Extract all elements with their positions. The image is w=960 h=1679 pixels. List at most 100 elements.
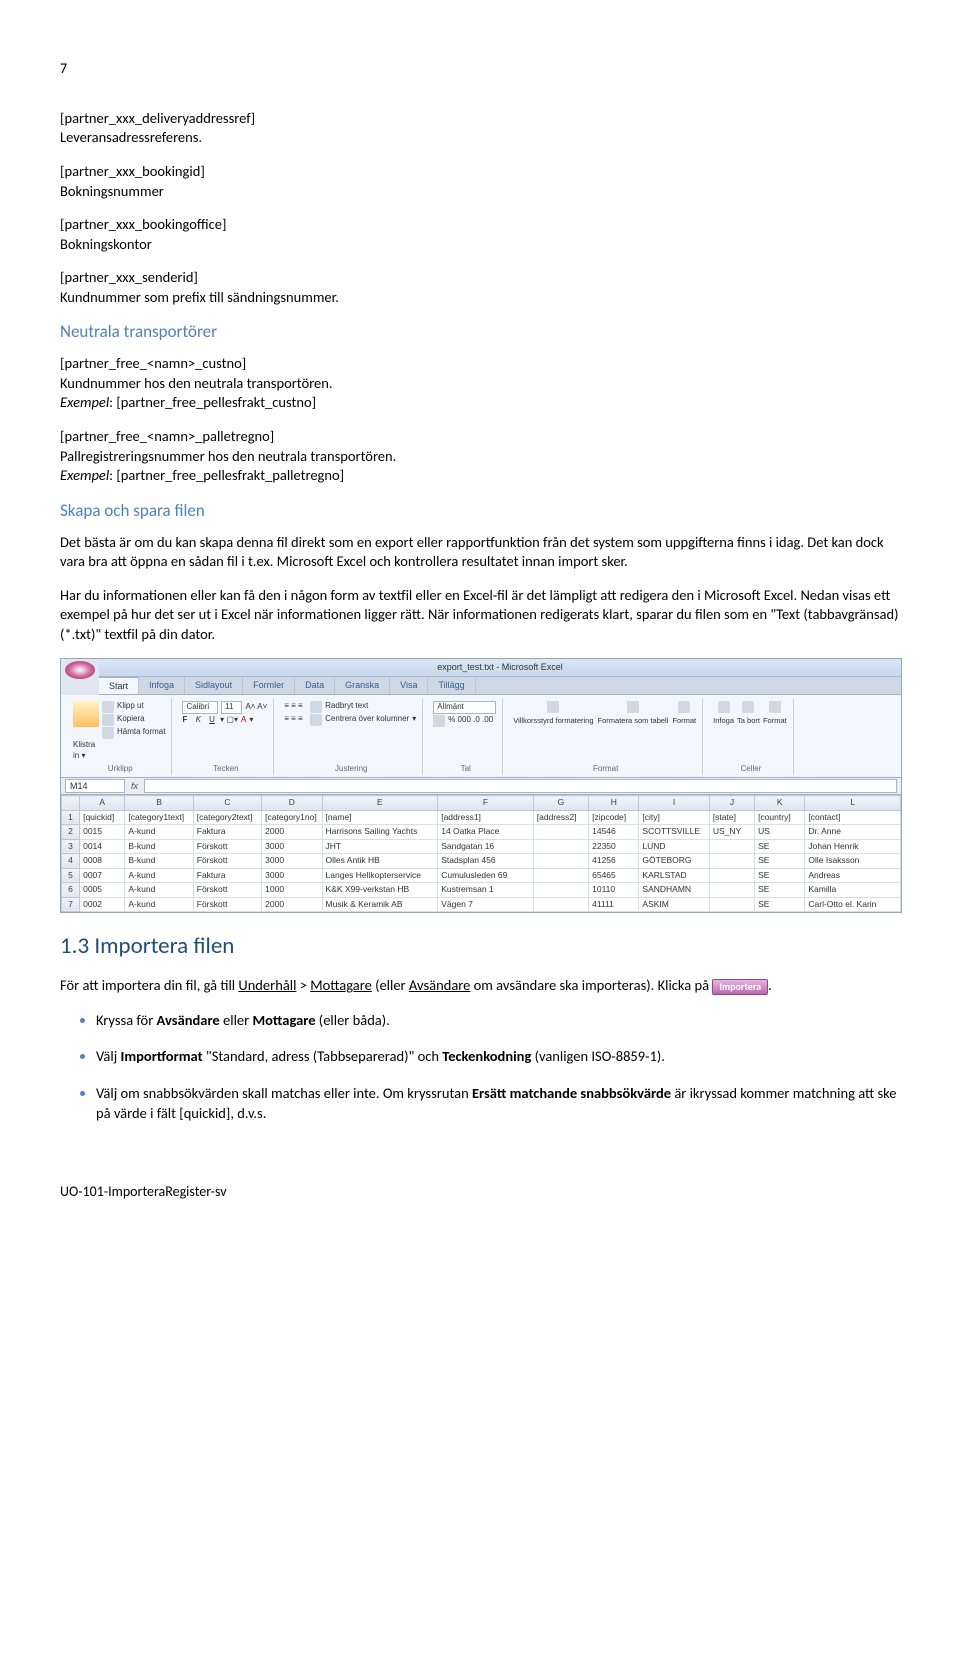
import-gt1: > bbox=[296, 976, 310, 994]
skapa-p1: Det bästa är om du kan skapa denna fil d… bbox=[60, 533, 900, 572]
cell: [address2] bbox=[533, 810, 588, 824]
col-header-D: D bbox=[262, 796, 322, 810]
field-6-ex-label: Exempel bbox=[60, 466, 109, 484]
cell: 3000 bbox=[262, 854, 322, 868]
cell: Musik & Keramik AB bbox=[322, 897, 438, 911]
excel-tab-infoga: Infoga bbox=[139, 677, 185, 694]
heading-neutral: Neutrala transportörer bbox=[60, 321, 900, 344]
field-1-desc: Leveransadressreferens. bbox=[60, 128, 202, 146]
cell: [contact] bbox=[805, 810, 901, 824]
cell-format-icon bbox=[678, 701, 690, 713]
ribbon-group-label-font: Tecken bbox=[178, 764, 273, 775]
number-format-select: Allmänt bbox=[433, 701, 496, 714]
table-format-label: Formatera som tabell bbox=[598, 716, 669, 725]
cell: B-kund bbox=[125, 854, 193, 868]
cell: 0007 bbox=[80, 868, 125, 882]
cell: 3000 bbox=[262, 868, 322, 882]
bullet-2: Välj Importformat "Standard, adress (Tab… bbox=[96, 1046, 900, 1067]
cell: [address1] bbox=[438, 810, 534, 824]
ribbon-group-number: Allmänt % 000 .0 .00 Tal bbox=[429, 699, 503, 776]
col-header-I: I bbox=[639, 796, 709, 810]
field-5-ex-label: Exempel bbox=[60, 393, 109, 411]
font-size-select: 11 bbox=[221, 701, 242, 714]
cell bbox=[533, 883, 588, 897]
field-3: [partner_xxx_bookingoffice] Bokningskont… bbox=[60, 215, 900, 254]
cell: KARLSTAD bbox=[639, 868, 709, 882]
b1-or: eller bbox=[220, 1011, 253, 1029]
cell bbox=[533, 839, 588, 853]
ribbon-group-clipboard: Klipp ut Kopiera Hämta format Klistrain … bbox=[69, 699, 172, 776]
ribbon-group-label-align: Justering bbox=[280, 764, 422, 775]
excel-tab-sidlayout: Sidlayout bbox=[185, 677, 243, 694]
field-3-tag: [partner_xxx_bookingoffice] bbox=[60, 215, 226, 233]
excel-ribbon: Klipp ut Kopiera Hämta format Klistrain … bbox=[61, 695, 901, 779]
ribbon-group-align: ≡ ≡ ≡ Radbryt text ≡ ≡ ≡ Centrera över k… bbox=[280, 699, 423, 776]
import-bullets: Kryssa för Avsändare eller Mottagare (el… bbox=[60, 1010, 900, 1123]
cell bbox=[709, 883, 754, 897]
cell: 0005 bbox=[80, 883, 125, 897]
row-header: 2 bbox=[62, 825, 80, 839]
row-header: 6 bbox=[62, 883, 80, 897]
page-number: 7 bbox=[60, 60, 900, 79]
cell: 0015 bbox=[80, 825, 125, 839]
cell: 41111 bbox=[589, 897, 639, 911]
cell bbox=[709, 868, 754, 882]
cell: 14546 bbox=[589, 825, 639, 839]
row-header: 4 bbox=[62, 854, 80, 868]
cell: [name] bbox=[322, 810, 438, 824]
field-1: [partner_xxx_deliveryaddressref] Leveran… bbox=[60, 109, 900, 148]
cell: SE bbox=[755, 883, 805, 897]
import-avsandare: Avsändare bbox=[409, 976, 470, 994]
col-header-K: K bbox=[755, 796, 805, 810]
cell bbox=[533, 868, 588, 882]
col-header-H: H bbox=[589, 796, 639, 810]
b2-post: (vanligen ISO-8859-1). bbox=[531, 1047, 665, 1065]
cell: Kamilla bbox=[805, 883, 901, 897]
merge-label: Centrera över kolumner bbox=[325, 714, 409, 725]
field-1-tag: [partner_xxx_deliveryaddressref] bbox=[60, 109, 255, 127]
font-name-select: Calibri bbox=[182, 701, 218, 714]
b3-em: Ersätt matchande snabbsökvärde bbox=[472, 1084, 671, 1102]
import-button-icon: Importera bbox=[712, 979, 768, 995]
field-3-desc: Bokningskontor bbox=[60, 235, 152, 253]
cell: SE bbox=[755, 854, 805, 868]
cell: Stadsplan 456 bbox=[438, 854, 534, 868]
excel-grid: ABCDEFGHIJKL1[quickid][category1text][ca… bbox=[61, 795, 901, 912]
cell bbox=[709, 897, 754, 911]
cond-format-icon bbox=[547, 701, 559, 713]
cell: 3000 bbox=[262, 839, 322, 853]
cell: Dr. Anne bbox=[805, 825, 901, 839]
cell: Förskott bbox=[193, 883, 261, 897]
cell: [state] bbox=[709, 810, 754, 824]
col-header-L: L bbox=[805, 796, 901, 810]
cell: Harrisons Sailing Yachts bbox=[322, 825, 438, 839]
import-mid2: om avsändare ska importeras). Klicka på bbox=[470, 976, 712, 994]
cell: 14 Oatka Place bbox=[438, 825, 534, 839]
cell: SE bbox=[755, 897, 805, 911]
field-2-tag: [partner_xxx_bookingid] bbox=[60, 162, 205, 180]
row-header: 1 bbox=[62, 810, 80, 824]
cell: [quickid] bbox=[80, 810, 125, 824]
cell: [country] bbox=[755, 810, 805, 824]
import-intro: För att importera din fil, gå till Under… bbox=[60, 976, 900, 996]
field-6-ex-val: : [partner_free_pellesfrakt_palletregno] bbox=[109, 466, 344, 484]
format-label: Format bbox=[763, 716, 787, 725]
field-5-tag: [partner_free_<namn>_custno] bbox=[60, 354, 246, 372]
table-row: 40008B-kundFörskott3000Olles Antik HBSta… bbox=[62, 854, 901, 868]
field-5-ex-val: : [partner_free_pellesfrakt_custno] bbox=[109, 393, 316, 411]
excel-tab-formler: Formler bbox=[243, 677, 295, 694]
col-header-E: E bbox=[322, 796, 438, 810]
heading-import: 1.3 Importera filen bbox=[60, 931, 900, 962]
cond-format-label: Villkorsstyrd formatering bbox=[513, 716, 593, 725]
cell: 0008 bbox=[80, 854, 125, 868]
cell: Olles Antik HB bbox=[322, 854, 438, 868]
excel-tab-tillägg: Tillägg bbox=[428, 677, 475, 694]
b1-av: Avsändare bbox=[157, 1011, 220, 1029]
cell: SANDHAMN bbox=[639, 883, 709, 897]
copy-label: Kopiera bbox=[117, 714, 145, 725]
field-2: [partner_xxx_bookingid] Bokningsnummer bbox=[60, 162, 900, 201]
cell-format-label: Format bbox=[672, 716, 696, 725]
field-6-desc: Pallregistreringsnummer hos den neutrala… bbox=[60, 447, 396, 465]
cut-icon bbox=[102, 701, 114, 713]
cell: [category1no] bbox=[262, 810, 322, 824]
